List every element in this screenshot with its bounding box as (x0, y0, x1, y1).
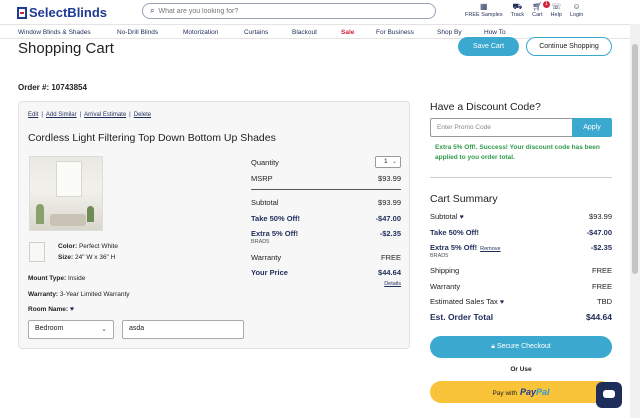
nav-item-sale[interactable]: Sale (341, 29, 354, 36)
summary-discount-50-row: Take 50% Off! -$47.00 (430, 228, 612, 237)
login-link[interactable]: ☺ Login (570, 2, 583, 18)
logo[interactable]: SelectBlinds (17, 5, 107, 20)
delete-link[interactable]: Delete (134, 112, 151, 118)
summary-shipping-row: Shipping FREE (430, 266, 612, 275)
chevron-down-icon: ⌄ (101, 326, 107, 333)
order-number: Order #: 10743854 (18, 83, 87, 92)
info-heart-icon[interactable]: ♥ (460, 214, 464, 221)
help-link[interactable]: ☏ Help (551, 2, 562, 18)
nav-item[interactable]: For Business (376, 29, 414, 36)
summary-warranty-row: Warranty FREE (430, 282, 612, 291)
apply-button[interactable]: Apply (572, 118, 612, 137)
color-spec: Color: Perfect White (58, 243, 118, 250)
size-spec: Size: 24" W x 36" H (58, 254, 116, 261)
divider (251, 189, 401, 190)
site-header: SelectBlinds ⌕ ▦FREE Samples ⛟Track 🛒︎Ca… (0, 0, 640, 24)
logo-icon (17, 6, 27, 19)
your-price-row: Your Price $44.64 (251, 268, 401, 277)
promo-code-input[interactable]: Enter Promo Code (430, 118, 572, 137)
warranty-row: Warranty FREE (251, 253, 401, 262)
nav-item[interactable]: Motorization (183, 29, 218, 36)
header-icons: ▦ FREE Samples ⛟ Track 🛒︎ Cart ☏ Help ☺ Login… (465, 1, 591, 18)
free-samples-link[interactable]: ▦ FREE Samples (465, 2, 503, 18)
continue-shopping-button[interactable]: Continue Shopping (526, 37, 612, 56)
info-heart-icon[interactable]: ♥ (500, 299, 504, 306)
subtotal-row: Subtotal $93.99 (251, 198, 401, 207)
room-select[interactable]: Bedroom ⌄ (28, 320, 114, 339)
chat-button[interactable] (596, 382, 622, 408)
product-image[interactable] (29, 156, 103, 231)
msrp-row: MSRP $93.99 (251, 174, 401, 183)
track-link[interactable]: ⛟ Track (511, 2, 525, 18)
arrival-estimate-link[interactable]: Arrival Estimate (84, 112, 126, 118)
page-title: Shopping Cart (18, 40, 114, 57)
save-cart-button[interactable]: Save Cart (458, 37, 519, 56)
search-icon: ⌕ (150, 6, 155, 15)
cart-count-badge: 1 (543, 1, 550, 8)
summary-subtotal-row: Subtotal ♥ $93.99 (430, 212, 612, 221)
nav-item[interactable]: Window Blinds & Shades (18, 29, 91, 36)
info-heart-icon[interactable]: ♥ (70, 306, 74, 313)
nav-item[interactable]: No-Drill Blinds (117, 29, 158, 36)
room-name-input[interactable]: asda (122, 320, 244, 339)
nav-item[interactable]: Shop By (437, 29, 462, 36)
details-link[interactable]: Details (384, 281, 401, 287)
discount-5-row: Extra 5% Off! BRAD5 -$2.35 (251, 229, 401, 245)
paypal-button[interactable]: Pay with PayPal (430, 381, 612, 403)
search-input[interactable] (158, 7, 419, 15)
search-bar[interactable]: ⌕ (142, 3, 436, 19)
discount-title: Have a Discount Code? (430, 101, 541, 113)
divider (430, 177, 612, 178)
discount-50-row: Take 50% Off! -$47.00 (251, 214, 401, 223)
cart-link[interactable]: 🛒︎ Cart (532, 2, 542, 18)
nav-item[interactable]: How To (484, 29, 506, 36)
user-icon: ☺ (572, 2, 581, 11)
color-swatch (29, 242, 45, 262)
add-similar-link[interactable]: Add Similar (46, 112, 77, 118)
discount-success-message: Extra 5% Off!. Success! Your discount co… (435, 144, 600, 161)
item-actions: Edit | Add Similar | Arrival Estimate | Delete (28, 112, 152, 118)
or-use-label: Or Use (510, 366, 532, 373)
product-title: Cordless Light Filtering Top Down Bottom… (28, 132, 276, 144)
chevron-down-icon: ⌄ (391, 159, 397, 165)
nav-item[interactable]: Curtains (244, 29, 268, 36)
cart-summary-title: Cart Summary (430, 193, 498, 205)
summary-discount-5-row: Extra 5% Off! Remove BRAD5 -$2.35 (430, 243, 612, 259)
lock-icon: 🔒︎ (491, 343, 496, 350)
mount-spec: Mount Type: Inside (28, 275, 86, 282)
cart-icon: 🛒︎ (532, 2, 543, 11)
cart-item-card: Edit | Add Similar | Arrival Estimate | Delete… (18, 101, 410, 349)
truck-icon: ⛟ (512, 2, 523, 11)
grid-icon: ▦ (480, 2, 488, 11)
nav-item[interactable]: Blackout (292, 29, 317, 36)
warranty-spec: Warranty: 3-Year Limited Warranty (28, 291, 130, 298)
summary-total-row: Est. Order Total $44.64 (430, 312, 612, 322)
secure-checkout-button[interactable]: 🔒︎ Secure Checkout (430, 336, 612, 358)
room-name-label: Room Name: ♥ (28, 306, 75, 313)
remove-discount-link[interactable]: Remove (480, 246, 500, 252)
quantity-select[interactable]: 1 ⌄ (375, 156, 401, 168)
scrollbar-thumb[interactable] (632, 44, 638, 274)
paypal-logo: PayPal (520, 387, 550, 397)
summary-tax-row: Estimated Sales Tax ♥ TBD (430, 297, 612, 306)
edit-link[interactable]: Edit (28, 112, 38, 118)
help-icon: ☏ (551, 2, 562, 11)
